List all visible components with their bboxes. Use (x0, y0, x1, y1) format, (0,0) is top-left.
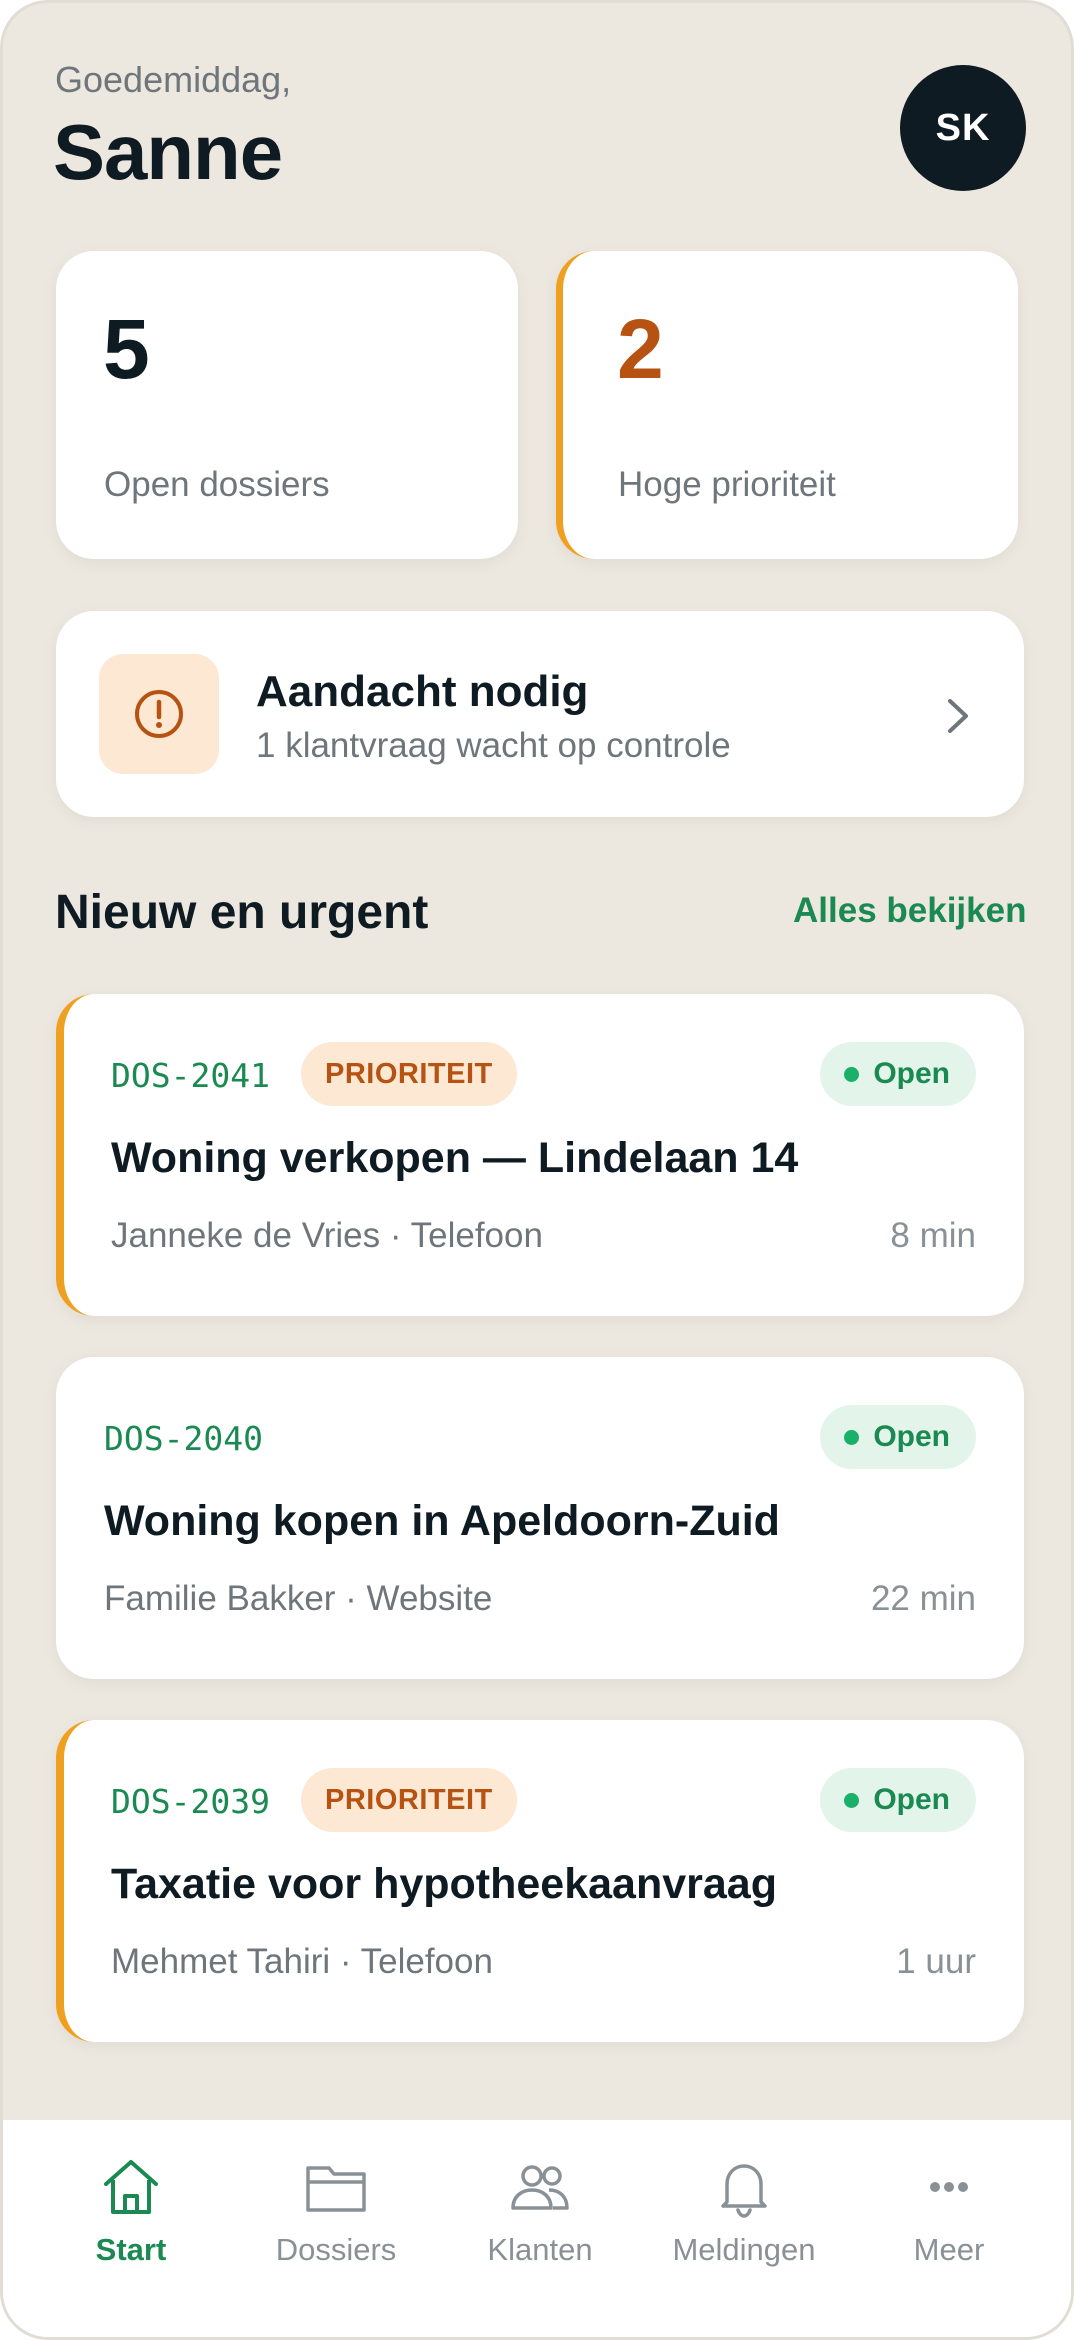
bell-icon (721, 2164, 767, 2218)
dossier-time: 22 min (870, 1579, 976, 1618)
stat-value: 2 (617, 302, 664, 396)
nav-label: Meldingen (672, 2232, 816, 2267)
stat-card-open-dossiers[interactable]: 5 Open dossiers (56, 251, 518, 559)
dossier-title: Woning kopen in Apeldoorn-Zuid (104, 1497, 780, 1545)
status-dot-icon (844, 1066, 860, 1082)
nav-item-meldingen[interactable]: Meldingen (644, 2120, 844, 2337)
app-screen: Goedemiddag, Sanne SK 5 Open dossiers 2 … (0, 0, 1074, 2340)
dossier-card[interactable]: DOS-2040 Open Woning kopen in Apeldoorn-… (56, 1357, 1024, 1679)
alert-circle-icon (135, 690, 183, 738)
dossier-code: DOS-2040 (104, 1419, 263, 1458)
status-label: Open (873, 1420, 950, 1453)
attention-card[interactable]: Aandacht nodig 1 klantvraag wacht op con… (56, 611, 1024, 817)
nav-item-meer[interactable]: Meer (849, 2120, 1049, 2337)
status-dot-icon (844, 1429, 860, 1445)
stat-value: 5 (103, 302, 150, 396)
stat-label: Open dossiers (104, 465, 330, 504)
section-title: Nieuw en urgent (55, 886, 429, 939)
attention-icon-box (99, 654, 219, 774)
nav-item-klanten[interactable]: Klanten (440, 2120, 640, 2337)
dossier-card[interactable]: DOS-2039 PRIORITEIT Open Taxatie voor hy… (56, 1720, 1024, 2042)
home-icon (104, 2160, 158, 2214)
dossier-meta: Familie Bakker · Website (104, 1579, 493, 1618)
nav-label: Meer (913, 2232, 985, 2267)
attention-subtitle: 1 klantvraag wacht op controle (256, 726, 731, 765)
user-name: Sanne (53, 108, 283, 196)
more-icon (930, 2182, 968, 2192)
dossier-title: Woning verkopen — Lindelaan 14 (111, 1134, 799, 1182)
status-badge: Open (820, 1768, 976, 1832)
dossier-code: DOS-2039 (111, 1782, 270, 1821)
status-badge: Open (820, 1405, 976, 1469)
greeting-text: Goedemiddag, (55, 59, 292, 100)
status-badge: Open (820, 1042, 976, 1106)
dossier-time: 1 uur (896, 1942, 976, 1981)
nav-item-start[interactable]: Start (31, 2120, 231, 2337)
attention-title: Aandacht nodig (256, 667, 589, 716)
stat-card-high-priority[interactable]: 2 Hoge prioriteit (556, 251, 1018, 559)
chevron-right-icon (948, 699, 968, 733)
nav-item-dossiers[interactable]: Dossiers (236, 2120, 436, 2337)
status-label: Open (873, 1057, 950, 1090)
nav-label: Klanten (487, 2232, 593, 2267)
dossier-code: DOS-2041 (111, 1056, 270, 1095)
dossier-time: 8 min (890, 1216, 976, 1255)
priority-badge: PRIORITEIT (301, 1768, 517, 1832)
dossier-meta: Mehmet Tahiri · Telefoon (111, 1942, 493, 1981)
see-all-link[interactable]: Alles bekijken (793, 891, 1026, 931)
dossier-meta: Janneke de Vries · Telefoon (111, 1216, 543, 1255)
nav-label: Dossiers (275, 2232, 397, 2267)
dossier-card[interactable]: DOS-2041 PRIORITEIT Open Woning verkopen… (56, 994, 1024, 1316)
bottom-navigation: Start Dossiers Klanten Meldingen Meer (3, 2119, 1071, 2337)
avatar[interactable]: SK (900, 65, 1026, 191)
stat-label: Hoge prioriteit (618, 465, 836, 504)
status-dot-icon (844, 1792, 860, 1808)
nav-label: Start (95, 2232, 167, 2267)
priority-badge: PRIORITEIT (301, 1042, 517, 1106)
users-icon (511, 2165, 569, 2210)
folder-icon (306, 2166, 366, 2212)
dossier-title: Taxatie voor hypotheekaanvraag (111, 1860, 777, 1908)
status-label: Open (873, 1783, 950, 1816)
